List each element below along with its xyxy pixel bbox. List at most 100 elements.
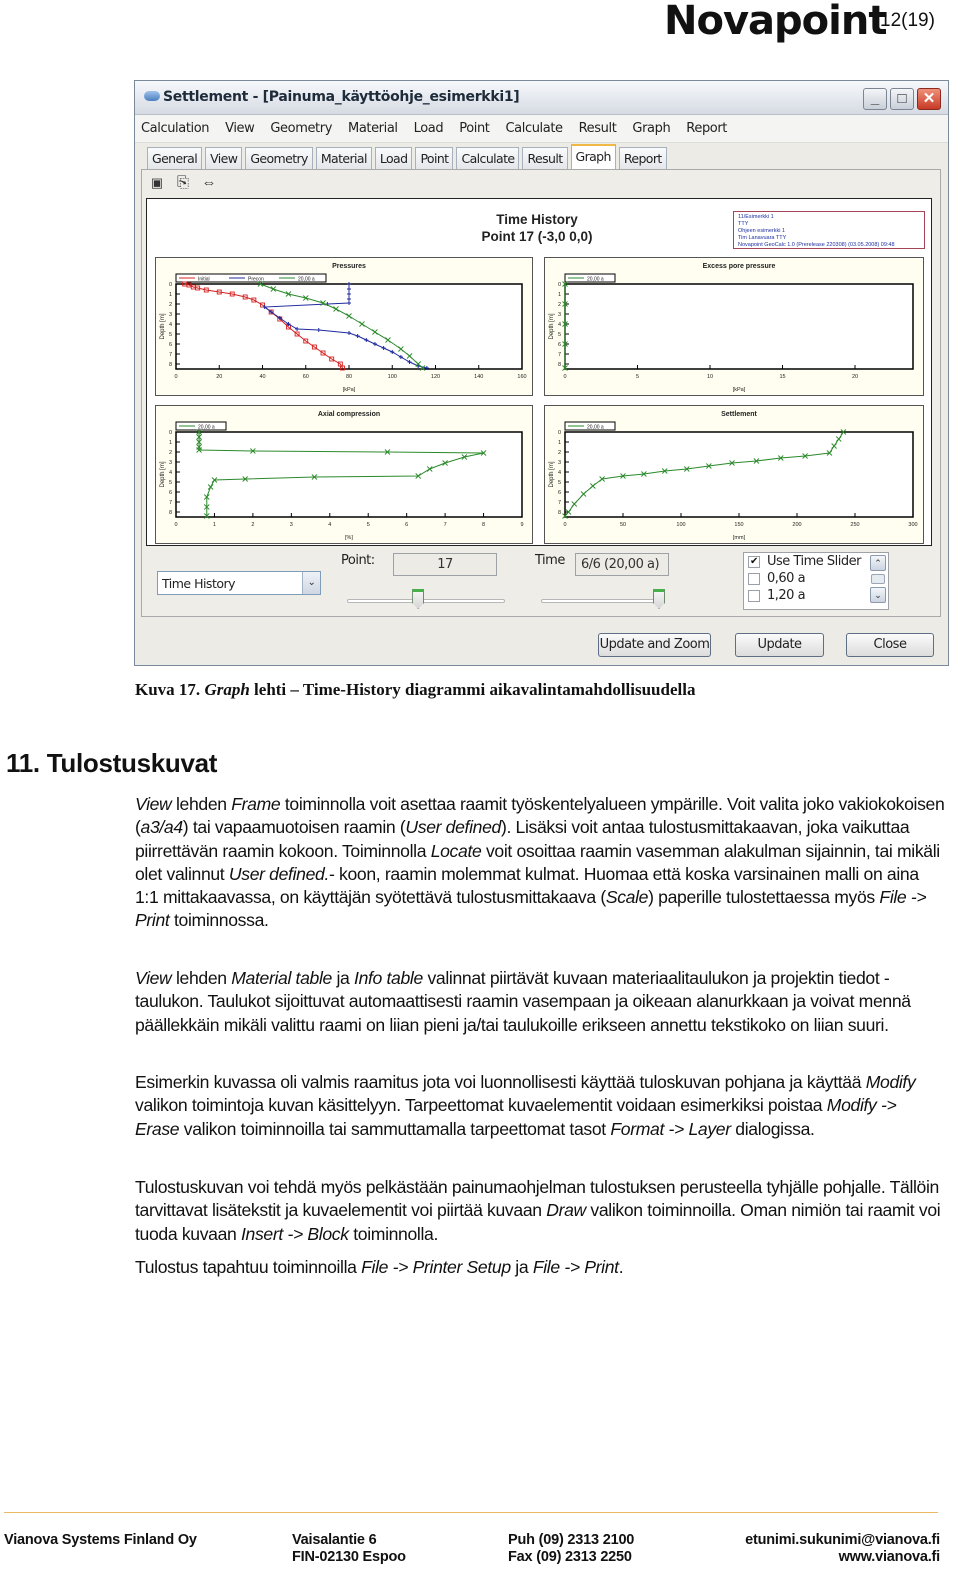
menu-geometry[interactable]: Geometry bbox=[270, 121, 332, 136]
y-tick-label: 7 bbox=[558, 500, 561, 506]
menu-graph[interactable]: Graph bbox=[632, 121, 670, 136]
info-line: TTY bbox=[738, 221, 749, 227]
text-run: ) tai vapaamuotoisen raamin ( bbox=[182, 817, 406, 838]
x-tick-label: 60 bbox=[303, 374, 309, 380]
graph-title-line1: Time History bbox=[496, 212, 578, 227]
phone-number: Puh (09) 2313 2100 bbox=[508, 1532, 635, 1548]
time-step-list: ✔ Use Time Slider 0,60 a 1,20 a ⌃ ⌄ bbox=[743, 552, 889, 610]
y-axis-label: Depth [m] bbox=[549, 313, 555, 339]
menu-material[interactable]: Material bbox=[348, 121, 398, 136]
menu-view[interactable]: View bbox=[225, 121, 255, 136]
checkbox-checked-icon[interactable]: ✔ bbox=[748, 555, 760, 568]
x-tick-label: 300 bbox=[908, 522, 917, 528]
menu-calculation[interactable]: Calculation bbox=[141, 121, 210, 136]
maximize-button[interactable]: □ bbox=[890, 88, 914, 110]
menu-calculate[interactable]: Calculate bbox=[506, 121, 564, 136]
x-tick-label: 80 bbox=[346, 374, 352, 380]
y-tick-label: 3 bbox=[558, 312, 561, 318]
menu-bar: Calculation View Geometry Material Load … bbox=[135, 115, 948, 143]
tab-result[interactable]: Result bbox=[522, 147, 568, 169]
list-item-label: Use Time Slider bbox=[767, 554, 861, 569]
x-tick-label: 40 bbox=[259, 374, 265, 380]
y-tick-label: 5 bbox=[558, 480, 561, 486]
email-link[interactable]: etunimi.sukunimi@vianova.fi bbox=[745, 1532, 940, 1549]
y-tick-label: 4 bbox=[169, 322, 172, 328]
tab-point[interactable]: Point bbox=[415, 147, 454, 169]
checkbox-icon[interactable] bbox=[748, 572, 760, 585]
time-value-field: 6/6 (20,00 a) bbox=[575, 553, 669, 576]
axial-compression-chart: Axial compression 0 1 2 3 4 5 6 7 8 9 0 1 2 3 4 5 6 7 8 [%] D… bbox=[155, 405, 533, 544]
figure-caption: Kuva 17. Graph lehti – Time-History diag… bbox=[135, 680, 695, 700]
window-title: Settlement - [Painuma_käyttöohje_esimerk… bbox=[163, 89, 520, 105]
y-tick-label: 6 bbox=[558, 342, 561, 348]
point-slider-track[interactable] bbox=[347, 599, 505, 603]
info-line: Novapoint GeoCalc 1.0 (Prerelease 220308… bbox=[738, 242, 895, 248]
y-tick-label: 3 bbox=[558, 460, 561, 466]
tab-view[interactable]: View bbox=[205, 147, 243, 169]
save-icon[interactable]: ▣ bbox=[148, 174, 166, 192]
italic-term: User defined bbox=[405, 817, 501, 838]
zoom-extents-icon[interactable]: ⇔ bbox=[200, 174, 218, 192]
text-run: toiminnolla. bbox=[348, 1223, 439, 1244]
close-button[interactable]: Close bbox=[846, 633, 934, 657]
y-tick-label: 7 bbox=[169, 500, 172, 506]
tab-material[interactable]: Material bbox=[315, 147, 372, 169]
tab-report[interactable]: Report bbox=[618, 147, 667, 169]
update-button[interactable]: Update bbox=[735, 633, 824, 657]
x-tick-label: 8 bbox=[482, 522, 485, 528]
italic-term: File -> Print bbox=[532, 1257, 619, 1277]
list-item[interactable]: ✔ Use Time Slider bbox=[744, 553, 888, 570]
y-tick-label: 3 bbox=[169, 312, 172, 318]
list-item[interactable]: 1,20 a bbox=[744, 587, 888, 604]
scrollbar-thumb[interactable] bbox=[871, 574, 885, 584]
chevron-down-icon[interactable]: ⌄ bbox=[870, 587, 886, 603]
menu-report[interactable]: Report bbox=[686, 121, 727, 136]
y-tick-label: 2 bbox=[558, 302, 561, 308]
minimize-button[interactable]: _ bbox=[863, 88, 887, 110]
tab-load[interactable]: Load bbox=[374, 147, 413, 169]
x-tick-label: 4 bbox=[328, 522, 331, 528]
time-slider-track[interactable] bbox=[541, 599, 659, 603]
y-tick-label: 1 bbox=[169, 292, 172, 298]
chart-title: Excess pore pressure bbox=[703, 263, 776, 270]
y-axis-label: Depth [m] bbox=[160, 461, 166, 487]
italic-term: User defined. bbox=[228, 863, 329, 884]
page-number: 12(19) bbox=[880, 10, 935, 31]
text-run: lehden bbox=[171, 794, 232, 814]
text-run: valikon toiminnoilla tai sammuttamalla t… bbox=[179, 1118, 611, 1139]
paragraph: Tulostus tapahtuu toiminnoilla File -> P… bbox=[135, 1256, 945, 1279]
menu-result[interactable]: Result bbox=[579, 121, 617, 136]
chevron-down-icon[interactable]: ⌄ bbox=[302, 572, 320, 594]
caption-prefix: Kuva 17. bbox=[135, 680, 205, 699]
y-tick-label: 3 bbox=[169, 460, 172, 466]
x-tick-label: 200 bbox=[792, 522, 801, 528]
x-tick-label: 150 bbox=[734, 522, 743, 528]
tab-general[interactable]: General bbox=[147, 147, 203, 169]
list-item[interactable]: 0,60 a bbox=[744, 570, 888, 587]
chevron-up-icon[interactable]: ⌃ bbox=[870, 555, 886, 571]
tab-geometry[interactable]: Geometry bbox=[245, 147, 313, 169]
text-run: dialogissa. bbox=[730, 1118, 815, 1139]
footer-company: Vianova Systems Finland Oy bbox=[4, 1532, 197, 1549]
chart-title: Axial compression bbox=[318, 411, 380, 418]
tab-calculate[interactable]: Calculate bbox=[456, 147, 520, 169]
plot-area bbox=[175, 431, 523, 518]
italic-term: Draw bbox=[546, 1200, 586, 1221]
italic-term: Locate bbox=[430, 840, 482, 861]
view-type-select[interactable]: Time History ⌄ bbox=[157, 571, 321, 595]
menu-point[interactable]: Point bbox=[459, 121, 490, 136]
checkbox-icon[interactable] bbox=[748, 589, 760, 602]
website-link[interactable]: www.vianova.fi bbox=[745, 1549, 941, 1566]
italic-term: Info table bbox=[354, 968, 423, 988]
menu-load[interactable]: Load bbox=[414, 121, 444, 136]
x-tick-label: 15 bbox=[779, 374, 785, 380]
close-window-button[interactable]: ✕ bbox=[917, 88, 941, 110]
update-and-zoom-button[interactable]: Update and Zoom bbox=[598, 633, 711, 657]
copy-icon[interactable]: ⎘ bbox=[174, 174, 192, 192]
text-run: lehden bbox=[171, 968, 232, 988]
y-tick-label: 8 bbox=[169, 510, 172, 516]
tab-graph[interactable]: Graph bbox=[570, 144, 616, 169]
pressures-chart: Pressures 0 20 40 60 80 100 120 140 160 0 1 2 3 4 5 6 7 8 [… bbox=[155, 257, 533, 396]
minimize-icon: _ bbox=[870, 90, 880, 107]
list-scrollbar[interactable]: ⌃ ⌄ bbox=[870, 555, 886, 607]
